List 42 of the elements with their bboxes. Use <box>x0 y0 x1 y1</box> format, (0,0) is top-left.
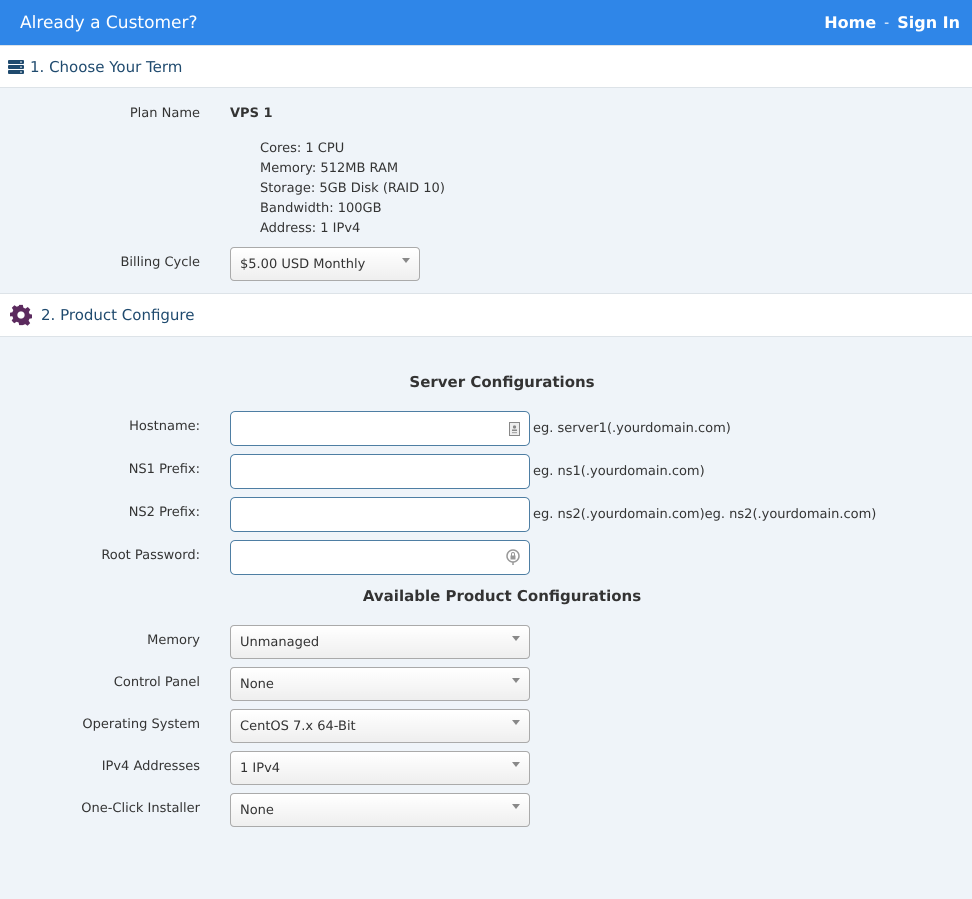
option-select[interactable]: CentOS 7.x 64-Bit <box>230 709 530 743</box>
plan-detail: Bandwidth: 100GB <box>260 200 383 218</box>
field-label: IPv4 Addresses <box>100 758 201 774</box>
input-field[interactable] <box>230 454 530 489</box>
field-label: Memory <box>146 632 201 648</box>
field-label: Control Panel <box>112 674 201 690</box>
field-hint: eg. ns2(.yourdomain.com)eg. ns2(.yourdomain.com) <box>533 507 876 522</box>
server-stack-icon <box>8 60 24 74</box>
field-label: NS2 Prefix: <box>128 504 201 520</box>
field-hint: eg. server1(.yourdomain.com) <box>533 421 731 436</box>
input-field[interactable] <box>230 540 530 575</box>
link-separator: - <box>884 14 890 30</box>
field-label: Hostname: <box>128 418 201 434</box>
plan-detail: Memory: 512MB RAM <box>260 160 400 178</box>
field-label: Operating System <box>81 716 201 732</box>
option-select[interactable]: 1 IPv4 <box>230 751 530 785</box>
option-select[interactable]: None <box>230 793 530 827</box>
option-select[interactable]: None <box>230 667 530 701</box>
home-link[interactable]: Home <box>824 13 876 32</box>
field-label: Root Password: <box>100 547 201 563</box>
page-title: Already a Customer? <box>20 12 198 32</box>
input-field[interactable] <box>230 411 530 446</box>
contact-card-icon[interactable] <box>509 422 520 436</box>
plan-detail: Storage: 5GB Disk (RAID 10) <box>260 180 446 198</box>
section-heading: Server Configurations <box>408 373 596 391</box>
sign-in-link[interactable]: Sign In <box>897 13 960 32</box>
field-hint: eg. ns1(.yourdomain.com) <box>533 464 705 479</box>
plan-detail: Cores: 1 CPU <box>260 140 346 158</box>
plan-detail: Address: 1 IPv4 <box>260 220 362 238</box>
field-label: Billing Cycle <box>119 254 201 270</box>
lock-icon[interactable] <box>506 549 520 566</box>
section-title: 1. Choose Your Term <box>30 58 182 76</box>
section-heading: Available Product Configurations <box>362 587 642 605</box>
section-title: 2. Product Configure <box>41 306 195 324</box>
field-label: One-Click Installer <box>80 800 201 816</box>
option-select[interactable]: Unmanaged <box>230 625 530 659</box>
plan-name: VPS 1 <box>230 106 273 121</box>
billing-cycle-select[interactable]: $5.00 USD Monthly <box>230 247 420 281</box>
gear-icon <box>10 304 32 326</box>
input-field[interactable] <box>230 497 530 532</box>
field-label: NS1 Prefix: <box>128 461 201 477</box>
field-label: Plan Name <box>128 106 201 121</box>
